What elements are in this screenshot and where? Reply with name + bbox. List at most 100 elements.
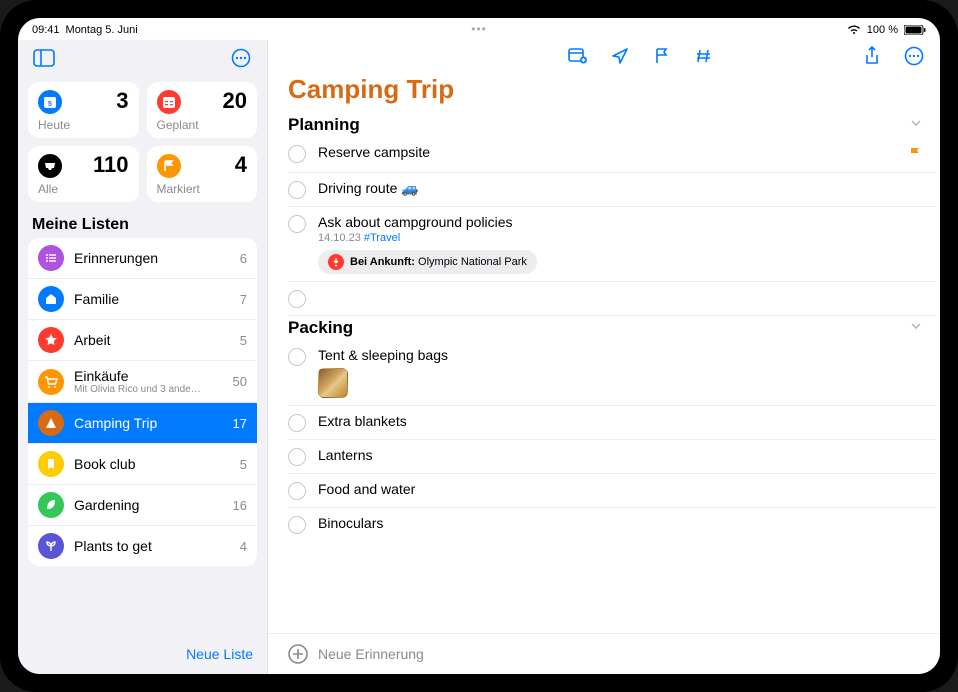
flagged-count: 4 [235, 154, 247, 176]
sidebar-list-item[interactable]: Einkäufe Mit Olivia Rico und 3 ande… 50 [28, 361, 257, 403]
reminder-row[interactable]: Lanterns [288, 440, 936, 474]
reminder-row[interactable]: Reserve campsite [288, 137, 936, 173]
reminder-title [318, 289, 922, 305]
sidebar-list-item[interactable]: Arbeit 5 [28, 320, 257, 361]
summary-card-all[interactable]: 110 Alle [28, 146, 139, 202]
bookmark-icon [38, 451, 64, 477]
summary-card-flagged[interactable]: 4 Markiert [147, 146, 258, 202]
complete-checkbox[interactable] [288, 448, 306, 466]
list-count: 7 [240, 292, 247, 307]
location-pill[interactable]: Bei Ankunft: Olympic National Park [318, 250, 537, 274]
new-reminder-label: Neue Erinnerung [318, 646, 424, 662]
more-options-button[interactable] [227, 44, 255, 72]
list-title: Camping Trip [268, 70, 940, 113]
sidebar-list-item[interactable]: Gardening 16 [28, 485, 257, 526]
sidebar-list-item[interactable]: Erinnerungen 6 [28, 238, 257, 279]
chevron-down-icon[interactable] [910, 319, 922, 337]
sprout-icon [38, 533, 64, 559]
svg-text:5: 5 [48, 101, 52, 108]
arrival-pin-icon [328, 254, 344, 270]
complete-checkbox[interactable] [288, 482, 306, 500]
multitask-dots-icon[interactable]: ••• [471, 22, 487, 36]
hashtag-button[interactable] [692, 44, 716, 68]
list-count: 5 [240, 333, 247, 348]
sidebar-list-item[interactable]: Familie 7 [28, 279, 257, 320]
chevron-down-icon[interactable] [910, 116, 922, 134]
reminder-row[interactable]: Food and water [288, 474, 936, 508]
planned-label: Geplant [157, 118, 248, 132]
list-name: Arbeit [74, 332, 230, 348]
reminder-meta: 14.10.23 #Travel [318, 232, 922, 244]
list-name: Erinnerungen [74, 250, 230, 266]
complete-checkbox[interactable] [288, 348, 306, 366]
share-button[interactable] [860, 44, 884, 68]
list-name: Plants to get [74, 538, 230, 554]
reminder-title: Binoculars [318, 515, 922, 531]
sidebar-list-item[interactable]: Camping Trip 17 [28, 403, 257, 444]
calendar-planned-icon [157, 90, 181, 114]
location-button[interactable] [608, 44, 632, 68]
planned-count: 20 [223, 90, 247, 112]
reminder-row[interactable]: Ask about campground policies 14.10.23 #T… [288, 207, 936, 282]
reminder-title: Tent & sleeping bags [318, 347, 922, 363]
complete-checkbox[interactable] [288, 414, 306, 432]
sidebar-list-item[interactable]: Plants to get 4 [28, 526, 257, 566]
reminder-title: Food and water [318, 481, 922, 497]
complete-checkbox[interactable] [288, 290, 306, 308]
complete-checkbox[interactable] [288, 215, 306, 233]
toggle-sidebar-button[interactable] [30, 44, 58, 72]
list-subtitle: Mit Olivia Rico und 3 ande… [74, 384, 223, 395]
all-label: Alle [38, 182, 129, 196]
list-count: 16 [233, 498, 247, 513]
leaf-icon [38, 492, 64, 518]
complete-checkbox[interactable] [288, 145, 306, 163]
list-count: 50 [233, 374, 247, 389]
status-battery: 100 % [867, 24, 898, 36]
my-lists-header: Meine Listen [18, 212, 267, 238]
complete-checkbox[interactable] [288, 516, 306, 534]
today-count: 3 [116, 90, 128, 112]
battery-icon [904, 25, 926, 35]
reminder-row[interactable]: Tent & sleeping bags [288, 340, 936, 406]
reminder-row[interactable]: Extra blankets [288, 406, 936, 440]
list-name: Book club [74, 456, 230, 472]
template-button[interactable] [566, 44, 590, 68]
flag-button[interactable] [650, 44, 674, 68]
list-name: Einkäufe [74, 368, 223, 384]
reminder-title: Lanterns [318, 447, 922, 463]
list-name: Gardening [74, 497, 223, 513]
inbox-icon [38, 154, 62, 178]
sidebar: 5 3 Heute 20 Geplant [18, 40, 268, 674]
main-panel: Camping Trip Planning Reserve campsite D… [268, 40, 940, 674]
more-button[interactable] [902, 44, 926, 68]
reminder-title: Extra blankets [318, 413, 922, 429]
flag-indicator-icon [908, 146, 922, 165]
flag-icon [157, 154, 181, 178]
reminder-title: Ask about campground policies [318, 214, 922, 230]
reminder-title: Reserve campsite [318, 144, 896, 160]
section-title: Planning [288, 115, 360, 135]
flagged-label: Markiert [157, 182, 248, 196]
summary-card-planned[interactable]: 20 Geplant [147, 82, 258, 138]
add-reminder-button[interactable] [288, 644, 308, 664]
today-label: Heute [38, 118, 129, 132]
reminder-row[interactable]: Driving route 🚙 [288, 173, 936, 207]
list-count: 6 [240, 251, 247, 266]
reminder-row[interactable] [288, 282, 936, 316]
sidebar-list-item[interactable]: Book club 5 [28, 444, 257, 485]
complete-checkbox[interactable] [288, 181, 306, 199]
list-icon [38, 245, 64, 271]
list-count: 5 [240, 457, 247, 472]
new-list-button[interactable]: Neue Liste [186, 646, 253, 662]
reminder-title: Driving route 🚙 [318, 180, 922, 197]
star-icon [38, 327, 64, 353]
reminder-row[interactable]: Binoculars [288, 508, 936, 541]
status-time: 09:41 [32, 24, 60, 36]
section-title: Packing [288, 318, 353, 338]
wifi-icon [847, 25, 861, 35]
tent-icon [38, 410, 64, 436]
summary-card-today[interactable]: 5 3 Heute [28, 82, 139, 138]
list-count: 17 [233, 416, 247, 431]
status-date: Montag 5. Juni [66, 24, 138, 36]
attachment-thumbnail[interactable] [318, 368, 348, 398]
